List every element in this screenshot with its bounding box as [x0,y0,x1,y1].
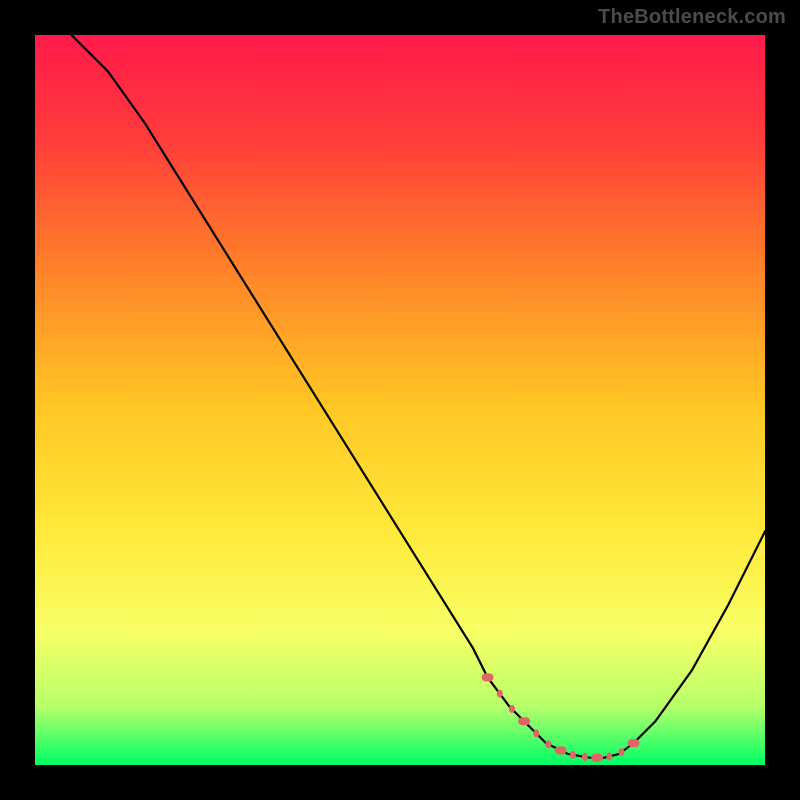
gradient-background [35,35,765,765]
watermark-text: TheBottleneck.com [598,6,786,29]
bottleneck-chart [35,35,765,765]
chart-frame: TheBottleneck.com [0,0,800,800]
